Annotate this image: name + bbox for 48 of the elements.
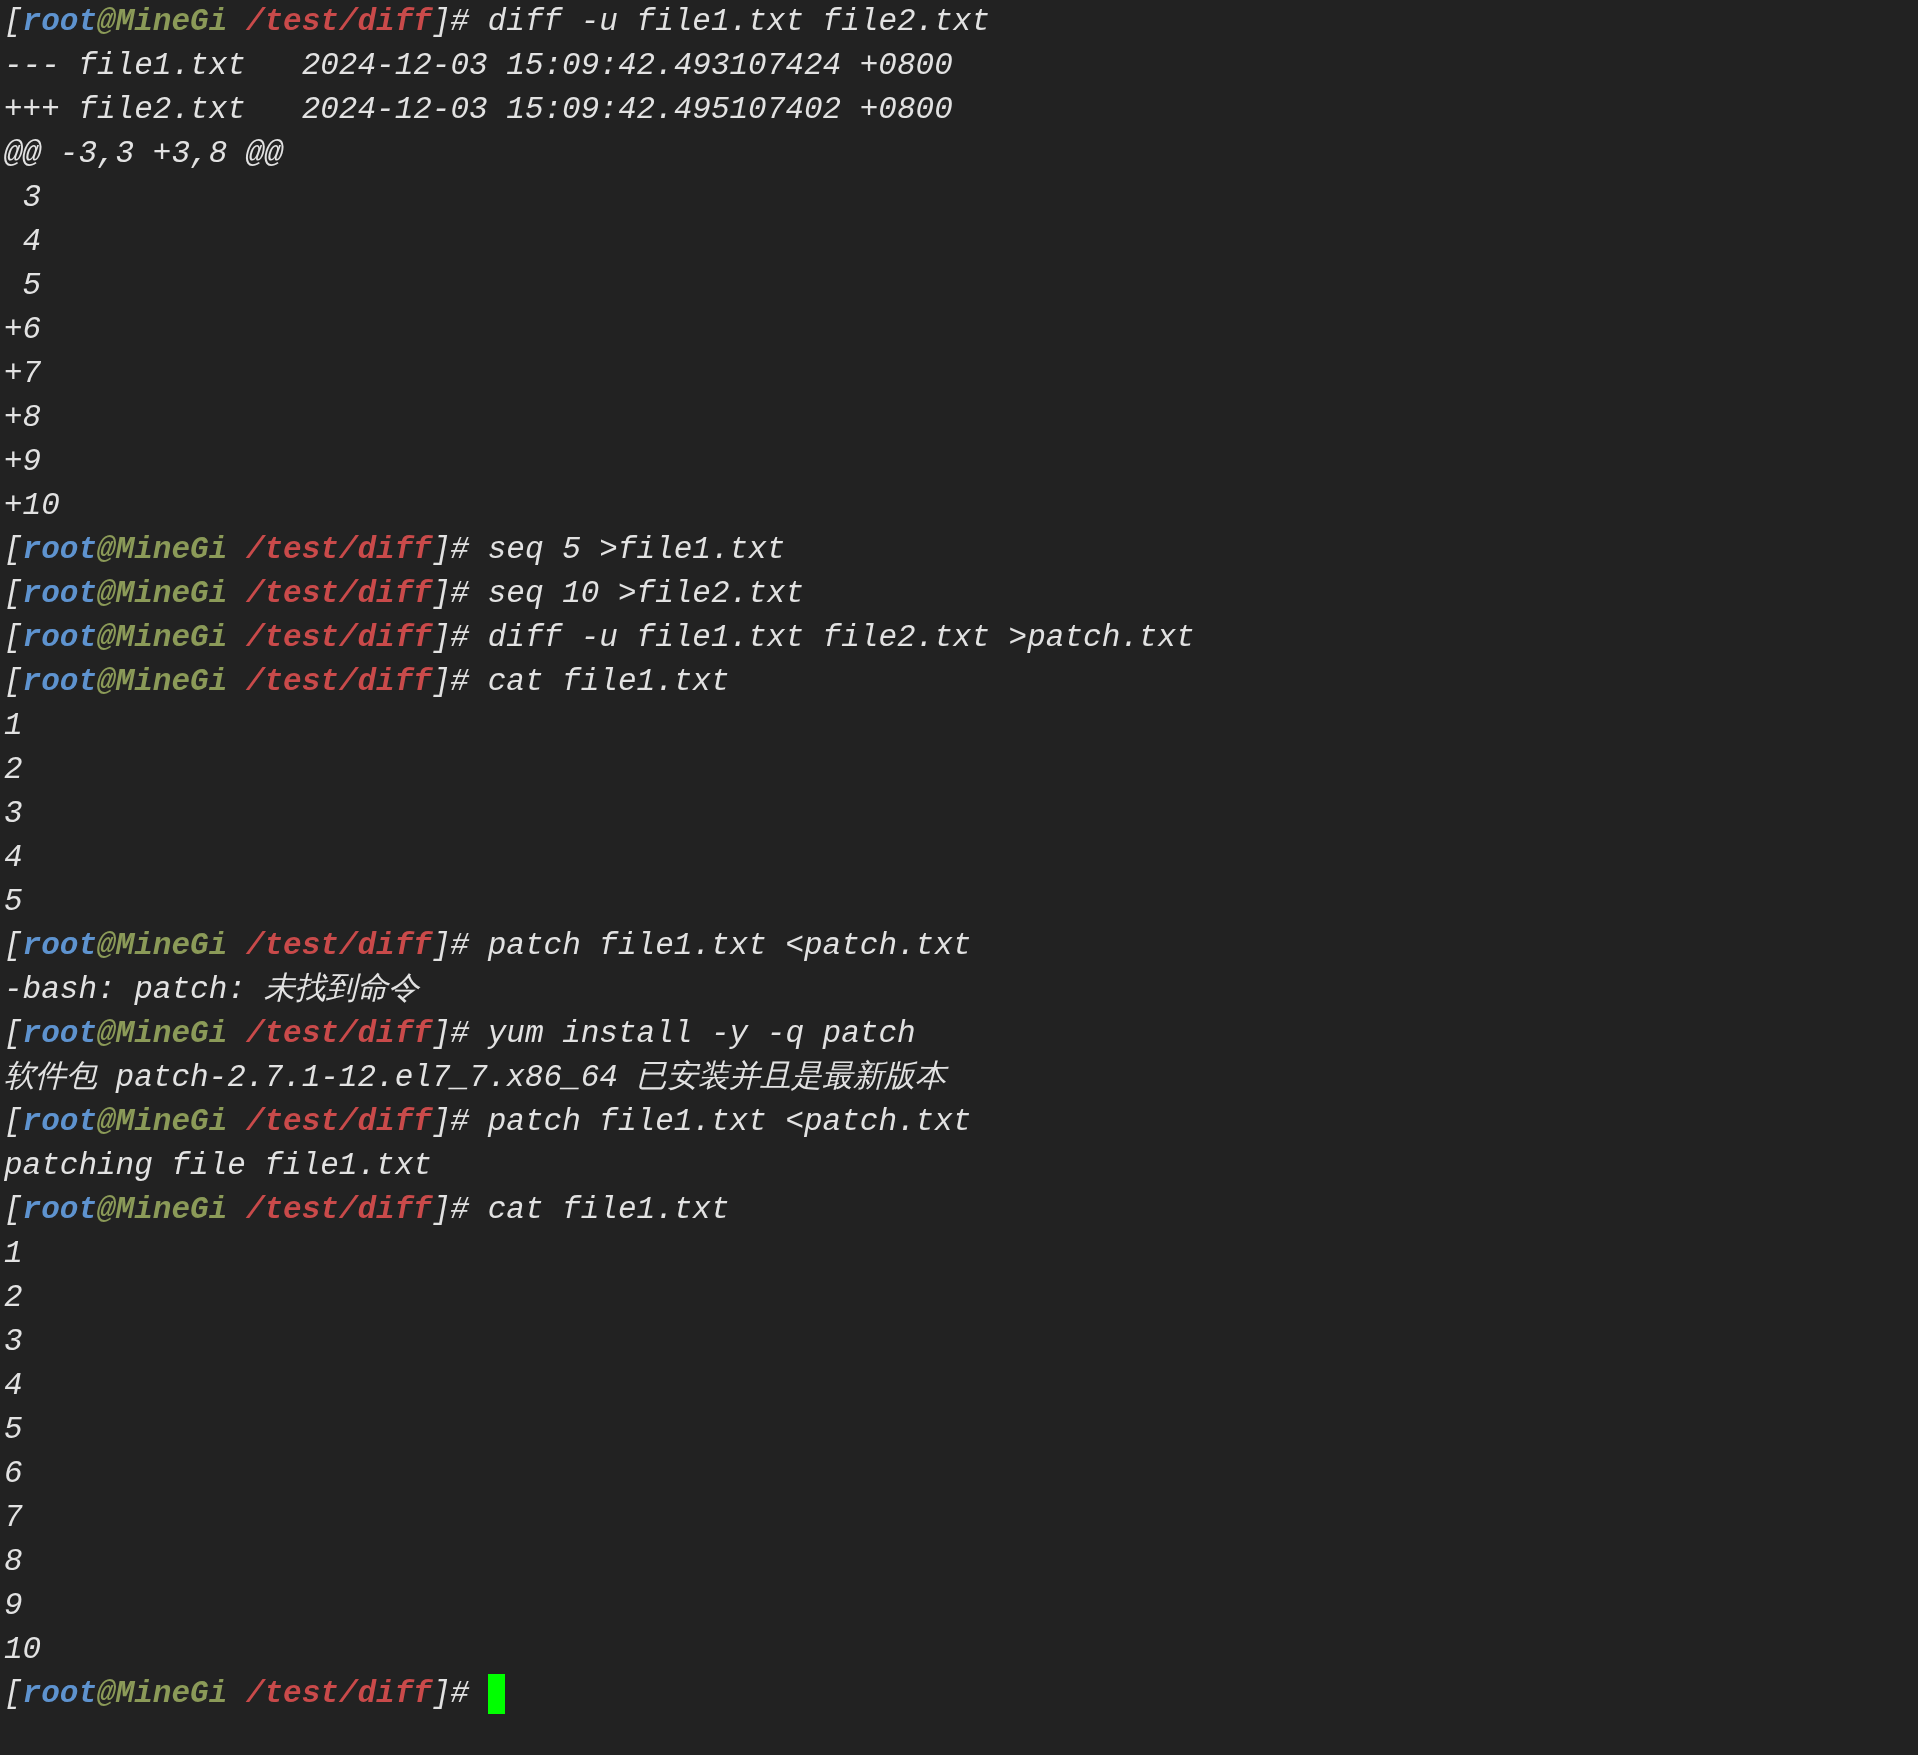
output-line: 6 (4, 1455, 23, 1493)
output-line: --- file1.txt 2024-12-03 15:09:42.493107424 +0800 (4, 47, 953, 85)
output-line: 5 (21, 267, 42, 305)
output-line: @@ -3,3 +3,8 @@ (4, 135, 284, 173)
shell-prompt: [root@MineGi /test/diff]# (4, 1103, 470, 1141)
output-line: 2 (4, 1279, 23, 1317)
command-text: patch file1.txt <patch.txt (487, 927, 972, 965)
output-line: 2 (4, 751, 23, 789)
output-line: 4 (4, 1367, 23, 1405)
output-line: 软件包 patch-2.7.1-12.el7_7.x86_64 已安装并且是最新版本 (4, 1059, 947, 1097)
command-text: yum install -y -q patch (487, 1015, 916, 1053)
command-text: cat file1.txt (487, 663, 730, 701)
shell-prompt: [root@MineGi /test/diff]# (4, 3, 470, 41)
shell-prompt: [root@MineGi /test/diff]# (4, 619, 470, 657)
command-text: cat file1.txt (487, 1191, 730, 1229)
command-text: diff -u file1.txt file2.txt (487, 3, 991, 41)
shell-prompt: [root@MineGi /test/diff]# (4, 1015, 470, 1053)
command-text: seq 10 >file2.txt (487, 575, 804, 613)
output-line: +6 (4, 311, 42, 349)
shell-prompt: [root@MineGi /test/diff]# (4, 531, 470, 569)
output-line: 10 (4, 1631, 42, 1669)
output-line: patching file file1.txt (4, 1147, 432, 1185)
output-line: +9 (4, 443, 42, 481)
output-line: 3 (4, 795, 23, 833)
output-line: 9 (4, 1587, 23, 1625)
shell-prompt: [root@MineGi /test/diff]# (4, 1191, 470, 1229)
output-line: 3 (4, 1323, 23, 1361)
output-line: 8 (4, 1543, 23, 1581)
output-line: 4 (4, 839, 23, 877)
output-line: +++ file2.txt 2024-12-03 15:09:42.495107402 +0800 (4, 91, 953, 129)
shell-prompt: [root@MineGi /test/diff]# (4, 927, 470, 965)
output-line: 1 (4, 707, 23, 745)
output-line: 3 (21, 179, 42, 217)
command-text: seq 5 >file1.txt (487, 531, 786, 569)
output-line: +7 (4, 355, 42, 393)
output-line: 5 (4, 1411, 23, 1449)
output-line: -bash: patch: 未找到命令 (4, 971, 420, 1009)
command-text: diff -u file1.txt file2.txt >patch.txt (487, 619, 1195, 657)
shell-prompt: [root@MineGi /test/diff]# (4, 1675, 470, 1713)
output-line: +10 (4, 487, 60, 525)
shell-prompt: [root@MineGi /test/diff]# (4, 663, 470, 701)
output-line: +8 (4, 399, 42, 437)
output-line: 7 (4, 1499, 23, 1537)
output-line: 5 (4, 883, 23, 921)
shell-prompt: [root@MineGi /test/diff]# (4, 575, 470, 613)
output-line: 1 (4, 1235, 23, 1273)
output-line: 4 (21, 223, 42, 261)
command-text: patch file1.txt <patch.txt (487, 1103, 972, 1141)
